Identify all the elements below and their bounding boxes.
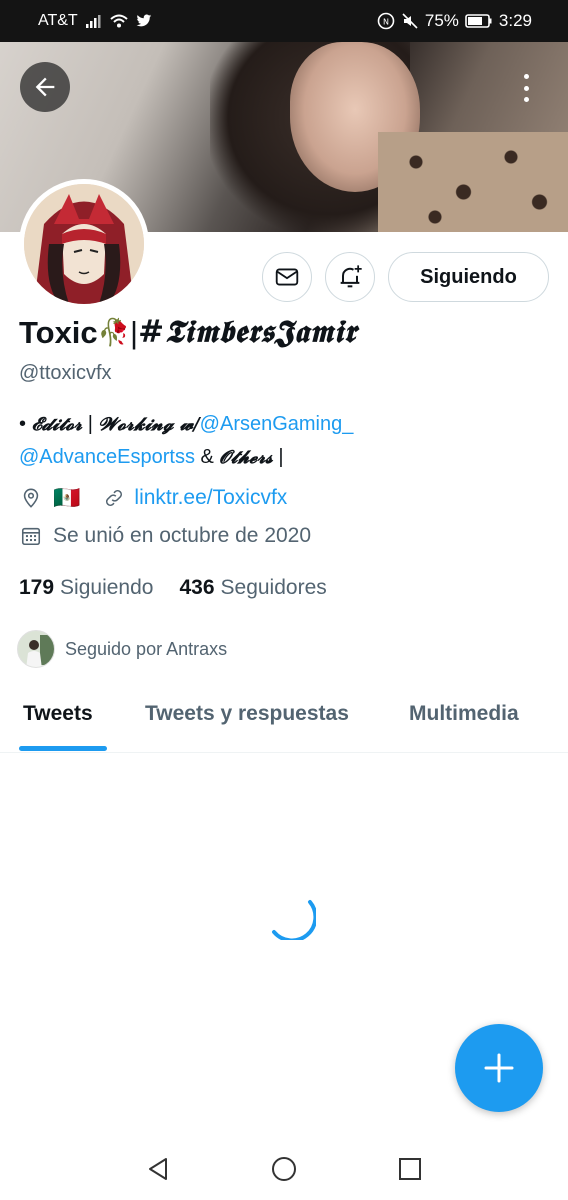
calendar-icon <box>19 524 43 548</box>
followed-by-row[interactable]: Seguido por Antraxs <box>17 630 227 668</box>
message-button[interactable] <box>262 252 312 302</box>
plus-icon <box>484 1053 514 1083</box>
display-name: Toxic 🥀 | #𝕿𝖎𝖒𝖇𝖊𝖗𝖘𝕵𝖆𝖒𝖎𝖗 <box>19 314 357 350</box>
mute-icon <box>402 13 418 29</box>
following-stat[interactable]: 179 Siguiendo <box>19 576 153 600</box>
follower-avatar <box>17 630 55 668</box>
active-tab-indicator <box>19 746 107 751</box>
square-recents-icon <box>399 1158 421 1180</box>
tab-media[interactable]: Multimedia <box>409 702 519 726</box>
android-nav-bar <box>0 1138 568 1200</box>
joined-date: Se unió en octubre de 2020 <box>53 524 312 547</box>
svg-text:N: N <box>383 18 389 27</box>
battery-icon <box>465 14 492 28</box>
clock: 3:29 <box>498 11 532 30</box>
signal-icon <box>85 15 101 28</box>
tab-tweets-replies[interactable]: Tweets y respuestas <box>145 702 349 726</box>
location-flag: 🇲🇽 <box>53 485 81 510</box>
bell-plus-icon <box>340 265 362 288</box>
followed-by-text: Seguido por Antraxs <box>65 638 228 659</box>
nfc-icon: N <box>377 12 395 30</box>
triangle-back-icon <box>149 1158 167 1180</box>
more-options-button[interactable] <box>516 70 536 106</box>
location-pin-icon <box>19 486 43 510</box>
bio: • 𝓔𝓭𝓲𝓽𝓸𝓻 | 𝓦𝓸𝓻𝓴𝓲𝓷𝓰 𝔀/@ArsenGaming_ @Adva… <box>19 413 354 468</box>
followers-stat[interactable]: 436 Seguidores <box>179 576 326 600</box>
nav-back-button[interactable] <box>143 1154 173 1184</box>
tab-tweets[interactable]: Tweets <box>23 702 93 726</box>
wifi-icon <box>110 14 128 28</box>
joined-row: Se unió en octubre de 2020 <box>19 524 311 548</box>
profile-avatar[interactable] <box>19 179 149 309</box>
status-bar: AT&T N 75% 3:29 <box>0 0 568 42</box>
mention-link[interactable]: @AdvanceEsportss <box>19 446 195 468</box>
compose-tweet-button[interactable] <box>455 1024 543 1112</box>
rose-emoji: 🥀 <box>97 317 131 347</box>
arrow-left-icon <box>35 77 55 97</box>
envelope-icon <box>275 268 299 286</box>
carrier-label: AT&T <box>38 12 78 29</box>
loading-spinner-icon <box>266 880 318 943</box>
battery-percent: 75% <box>424 11 459 30</box>
nav-home-button[interactable] <box>269 1154 299 1184</box>
nav-recents-button[interactable] <box>395 1154 425 1184</box>
link-icon <box>102 486 126 510</box>
follow-stats: 179 Siguiendo 436 Seguidores <box>19 576 327 600</box>
circle-home-icon <box>272 1157 296 1181</box>
back-button[interactable] <box>20 62 70 112</box>
following-button[interactable]: Siguiendo <box>388 252 549 302</box>
notifications-button[interactable] <box>325 252 375 302</box>
website-link[interactable]: linktr.ee/Toxicvfx <box>134 486 287 510</box>
user-handle: @ttoxicvfx <box>19 362 112 384</box>
mention-link[interactable]: @ArsenGaming_ <box>200 413 354 435</box>
profile-tabs: Tweets Tweets y respuestas Multimedia <box>0 688 568 753</box>
twitter-bird-icon <box>136 14 152 27</box>
location-link-row: 🇲🇽 linktr.ee/Toxicvfx <box>19 485 287 511</box>
